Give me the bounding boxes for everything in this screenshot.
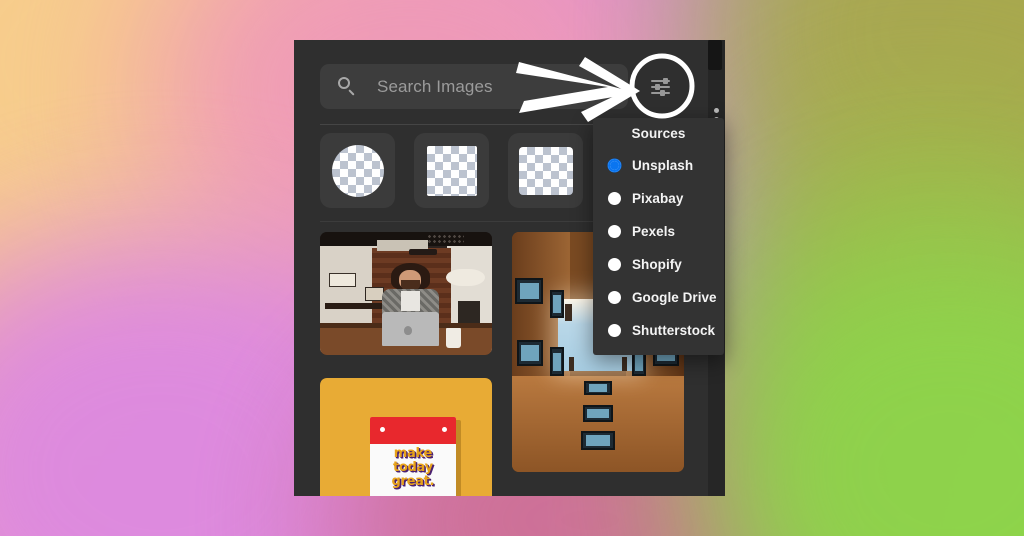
radio-unselected-icon[interactable] [608,324,621,337]
slider-line-1 [650,78,670,84]
rounded-rect-shape-preset[interactable] [508,133,583,208]
radio-unselected-icon[interactable] [608,291,621,304]
source-option-label: Shutterstock [632,323,716,338]
source-option-label: Pixabay [632,191,684,206]
sources-dropdown-title: Sources [631,126,686,141]
source-option-google-drive[interactable]: Google Drive [593,281,724,314]
source-option-label: Shopify [632,257,682,272]
search-placeholder: Search Images [377,76,493,96]
radio-unselected-icon[interactable] [608,192,621,205]
search-input[interactable]: Search Images [320,64,628,109]
search-row: Search Images [320,64,700,109]
image-result-cafe-laptop[interactable] [320,232,492,355]
sources-dropdown: Sources Unsplash Pixabay Pexels Shopify … [593,118,724,355]
transparency-checker-square [426,145,477,196]
source-option-label: Pexels [632,224,676,239]
rail-dots-icon [714,108,719,113]
quote-text: make today great. [370,445,456,489]
radio-unselected-icon[interactable] [608,225,621,238]
quote-line-1: make [393,445,433,461]
quote-line-3: great. [391,473,435,489]
search-icon [338,77,357,96]
circle-shape-preset[interactable] [320,133,395,208]
slider-line-2 [650,84,670,90]
transparency-checker-circle [331,144,384,197]
source-option-shutterstock[interactable]: Shutterstock [593,314,724,347]
source-option-pixabay[interactable]: Pixabay [593,182,724,215]
radio-selected-icon[interactable] [608,159,621,172]
transparency-checker-rounded [518,146,573,195]
quote-photo-art: make today great. [320,378,492,496]
quote-line-2: today [392,459,433,475]
source-option-unsplash[interactable]: Unsplash [593,149,724,182]
sources-option-list: Unsplash Pixabay Pexels Shopify Google D… [593,149,724,347]
image-result-make-today-great[interactable]: make today great. [320,378,492,496]
sliders-filter-icon[interactable] [645,72,675,102]
shape-preset-row [320,133,583,208]
slider-line-3 [650,90,670,96]
square-shape-preset[interactable] [414,133,489,208]
source-option-pexels[interactable]: Pexels [593,215,724,248]
cafe-photo-art [320,232,492,355]
rail-block-top [708,40,722,70]
results-column-left: make today great. [320,232,492,496]
screenshot-root: Search Images make today great. Sources … [0,0,1024,536]
radio-unselected-icon[interactable] [608,258,621,271]
source-option-shopify[interactable]: Shopify [593,248,724,281]
source-option-label: Google Drive [632,290,717,305]
source-option-label: Unsplash [632,158,694,173]
